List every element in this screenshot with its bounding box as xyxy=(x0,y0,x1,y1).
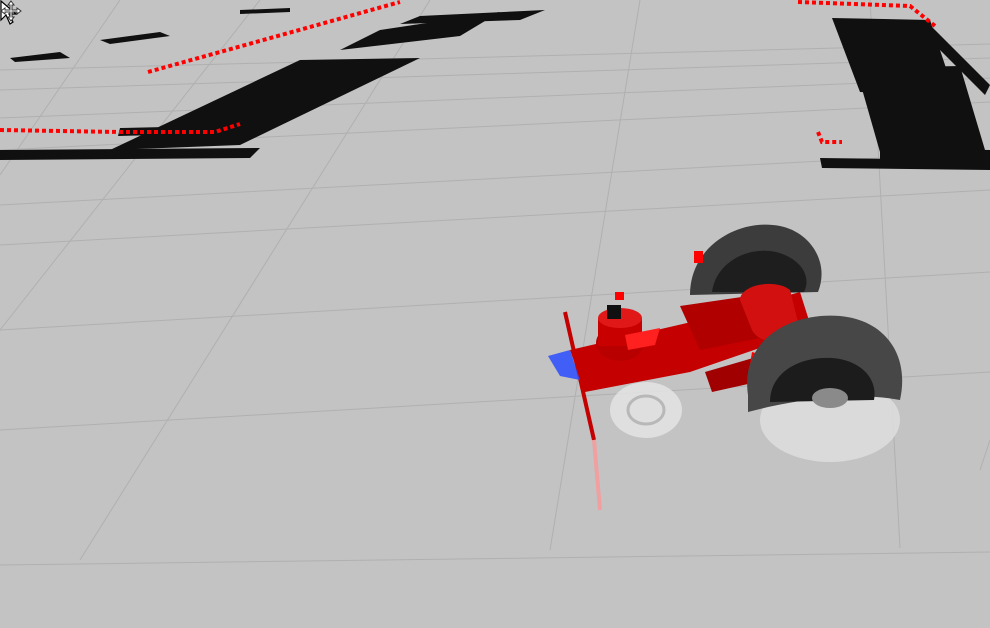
scene-canvas[interactable] xyxy=(0,0,990,628)
robot-sensor xyxy=(607,305,621,319)
robot-sensor-tip xyxy=(615,292,624,300)
ground-plane xyxy=(0,0,990,628)
caster-wheel xyxy=(610,382,682,438)
wheel-marker xyxy=(694,251,703,263)
obstacle-bottom-left-strip xyxy=(0,148,260,160)
3d-simulation-viewport[interactable] xyxy=(0,0,990,628)
move-crosshair-icon xyxy=(0,0,22,22)
obstacle-right-strip-2 xyxy=(820,158,990,170)
rear-wheel-right-axle xyxy=(812,388,848,408)
